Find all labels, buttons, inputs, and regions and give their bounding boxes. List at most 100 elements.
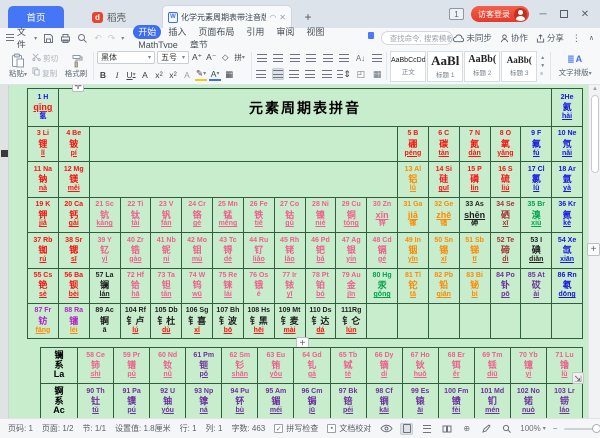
element-cell-13Al[interactable]: 13 Al 铝 lǚ — [398, 162, 429, 198]
status-item[interactable]: 字数: 463 — [231, 423, 265, 434]
char-border-button[interactable]: A — [139, 68, 151, 81]
actinide-table[interactable]: 锕系 Ac 90 Th 钍 tǔ 91 Pa 镤 pú 92 U 铀 yóu 93 Np 镎 ná 94 P… — [40, 383, 583, 418]
element-cell-51Sb[interactable]: 51 Sb 锑 tī — [459, 233, 491, 269]
font-color-button[interactable]: A ▾ — [209, 68, 222, 81]
lanthanide-table[interactable]: 镧系 La 58 Ce 铈 shì 59 Pr 镨 pǔ 60 Nd 钕 nǚ 61 Pm 钷 pǒ 62 … — [40, 347, 583, 384]
paste-button[interactable]: 粘贴▾ — [4, 50, 32, 82]
multilevel-list-icon[interactable] — [288, 52, 301, 64]
element-cell-77Ir[interactable]: 77 Ir 铱 yī — [274, 268, 306, 304]
element-cell-16S[interactable]: 16 S 硫 liú — [490, 162, 522, 198]
element-cell-97Bk[interactable]: 97 Bk 锫 péi — [331, 384, 367, 418]
web-view-icon[interactable]: ⊕ — [460, 423, 473, 435]
element-cell-20Ca[interactable]: 20 Ca 钙 gài — [58, 197, 90, 234]
element-cell-57La[interactable]: 57 La 镧 lán — [89, 268, 121, 304]
element-cell-67Ho[interactable]: 67 Ho 钬 huǒ — [402, 348, 439, 384]
element-cell-79Au[interactable]: 79 Au 金 jīn — [336, 268, 368, 304]
empty-cell[interactable] — [89, 127, 398, 163]
element-cell-84Po[interactable]: 84 Po 钋 pō — [490, 268, 522, 304]
style-item-标题 1[interactable]: AaBl 标题 1 — [427, 50, 464, 82]
style-item-正文[interactable]: AaBbCcDd 正文 — [390, 50, 427, 82]
gallery-up-icon[interactable]: ▲ — [540, 55, 545, 61]
tab-docer[interactable]: d 稻壳 — [78, 6, 140, 28]
element-cell-6C[interactable]: 6 C 碳 tàn — [428, 127, 460, 163]
share-button[interactable]: 分享 — [536, 32, 564, 44]
element-cell-54Xe[interactable]: 54 Xe 氙 xiān — [552, 233, 583, 269]
element-cell-99Es[interactable]: 99 Es 锿 āi — [403, 384, 439, 418]
element-cell-81Tl[interactable]: 81 Tl 铊 tā — [398, 268, 429, 304]
element-cell-26Fe[interactable]: 26 Fe 铁 tiě — [243, 197, 275, 234]
element-cell-95Am[interactable]: 95 Am 镅 méi — [258, 384, 295, 418]
element-cell-8O[interactable]: 8 O 氧 yǎng — [490, 127, 522, 163]
status-item[interactable]: 设置值: 1.8厘米 — [115, 423, 171, 434]
distribute-icon[interactable] — [321, 68, 333, 80]
element-cell-22Ti[interactable]: 22 Ti 钛 tài — [120, 197, 152, 234]
menu-tab-审阅[interactable]: 审阅 — [271, 25, 299, 39]
element-cell-91Pa[interactable]: 91 Pa 镤 pú — [114, 384, 151, 418]
periodic-table[interactable]: ✛ 1 Hqīng 氢元素周期表拼音 2He 氦 hài 3 Li 锂 lǐ 4 Be 铍 pí 5 … — [27, 85, 583, 340]
spell-check-toggle[interactable]: ✓ 拼写检查 — [274, 423, 318, 434]
element-cell-86Rn[interactable]: 86 Rn 氡 dōng — [552, 268, 583, 304]
element-cell-39Y[interactable]: 39 Y 钇 yǐ — [89, 233, 121, 269]
element-cell-80Hg[interactable]: 80 Hg 汞 gǒng — [367, 268, 398, 304]
element-cell-103Lr[interactable]: 103 Lr 铹 láo — [547, 384, 583, 418]
style-item-标题 3[interactable]: AaBb(标题 3 — [501, 50, 538, 82]
table-add-column-button[interactable]: + — [587, 243, 600, 256]
preview-icon[interactable] — [77, 33, 88, 44]
clear-format-button[interactable]: ◇ — [219, 51, 231, 64]
more-commands-icon[interactable]: ▾ — [121, 35, 124, 42]
minimize-button[interactable]: ─ — [536, 7, 550, 21]
zoom-out-button[interactable]: − — [553, 424, 558, 433]
align-center-icon[interactable] — [271, 68, 285, 80]
undo-icon[interactable]: ↶ — [94, 33, 102, 44]
scrollbar-thumb[interactable] — [591, 95, 599, 173]
element-cell-14Si[interactable]: 14 Si 硅 guī — [428, 162, 460, 198]
subscript-button[interactable]: x2 — [167, 68, 179, 81]
gallery-more-icon[interactable]: ≡ — [540, 71, 545, 77]
menu-tab-引用[interactable]: 引用 — [241, 25, 269, 39]
element-cell-7N[interactable]: 7 N 氮 dàn — [459, 127, 491, 163]
table-move-handle[interactable]: ✛ — [72, 85, 84, 92]
command-search-input[interactable]: 查找命令, 搜索模板 — [380, 31, 454, 45]
sort-icon[interactable]: A↓ — [354, 52, 367, 64]
element-cell-53I[interactable]: 53 I 碘 diǎn — [521, 233, 553, 269]
element-cell-32Ge[interactable]: 32 Ge zhě 锗 — [428, 197, 460, 234]
element-cell-108Hs[interactable]: 108 Hs 钅黑 hēi — [243, 303, 275, 340]
element-cell-5B[interactable]: 5 B 硼 péng — [398, 127, 429, 163]
element-cell-38Sr[interactable]: 38 Sr 锶 sī — [58, 233, 90, 269]
vertical-scrollbar[interactable]: ▲ + — [587, 85, 600, 418]
pinyin-guide-button[interactable]: 拼 ▾ — [233, 51, 246, 64]
status-item[interactable]: 页码: 1 — [8, 423, 33, 434]
zoom-slider[interactable] — [564, 423, 600, 433]
element-cell-73Ta[interactable]: 73 Ta 钽 tǎn — [151, 268, 183, 304]
empty-cell[interactable] — [459, 303, 491, 340]
element-cell-61Pm[interactable]: 61 Pm 钷 pǒ — [186, 348, 223, 384]
element-cell-106Sg[interactable]: 106 Sg 钅喜 xǐ — [182, 303, 213, 340]
document-canvas[interactable]: ✛ 1 Hqīng 氢元素周期表拼音 2He 氦 hài 3 Li 锂 lǐ 4 Be 铍 pí 5 … — [0, 85, 600, 418]
element-cell-93Np[interactable]: 93 Np 镎 ná — [186, 384, 223, 418]
element-cell-85At[interactable]: 85 At 砹 ài — [521, 268, 553, 304]
status-item[interactable]: 行: 1 — [180, 423, 197, 434]
increase-indent-icon[interactable] — [321, 52, 334, 64]
text-layout-button[interactable]: ≣A 文字排版▾ — [554, 50, 596, 82]
element-cell-49In[interactable]: 49 In 铟 yīn — [398, 233, 429, 269]
element-cell-64Gd[interactable]: 64 Gd 钆 gá — [294, 348, 331, 384]
outline-view-icon[interactable] — [420, 423, 433, 435]
fit-page-icon[interactable] — [500, 423, 513, 435]
element-cell-31Ga[interactable]: 31 Ga jiā 镓 — [398, 197, 429, 234]
element-cell-41Nb[interactable]: 41 Nb 铌 ní — [151, 233, 183, 269]
empty-cell[interactable] — [89, 162, 398, 198]
element-cell-110Ds[interactable]: 110 Ds 钅达 dá — [305, 303, 337, 340]
new-tab-button[interactable]: + — [300, 9, 316, 25]
element-cell-34Se[interactable]: 34 Se 硒 xī — [490, 197, 522, 234]
align-left-icon[interactable] — [255, 68, 267, 80]
element-cell-36Kr[interactable]: 36 Kr 氪 kè — [552, 197, 583, 234]
shading-icon[interactable]: ◰ — [355, 68, 367, 80]
menu-tab-视图[interactable]: 视图 — [301, 25, 329, 39]
copy-button[interactable]: 复制 — [32, 67, 62, 79]
page-view-icon[interactable] — [400, 422, 414, 435]
underline-button[interactable]: U ▾ — [125, 68, 137, 81]
element-cell-62Sm[interactable]: 62 Sm 钐 shān — [222, 348, 259, 384]
element-cell-58Ce[interactable]: 58 Ce 铈 shì — [78, 348, 115, 384]
sync-status-button[interactable]: 未同步 — [453, 32, 492, 44]
format-painter-button[interactable]: 格式刷 — [62, 50, 90, 82]
